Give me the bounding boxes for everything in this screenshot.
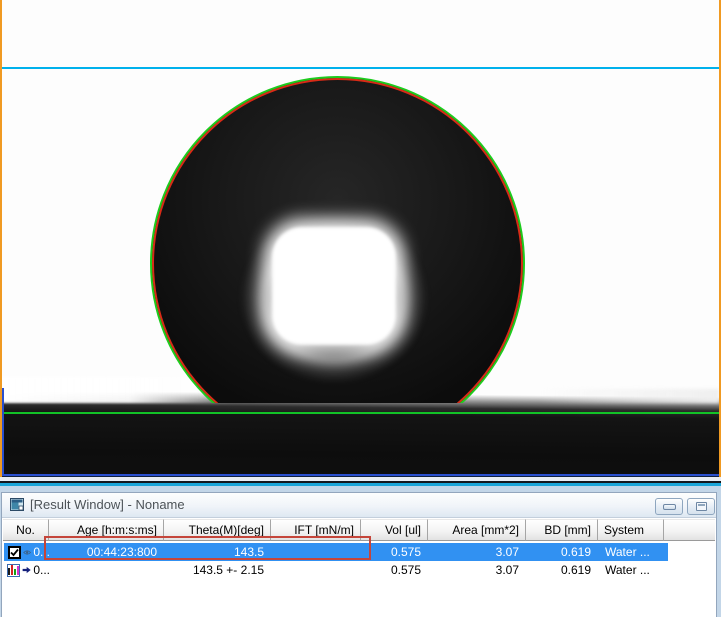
red-highlight-annotation xyxy=(44,536,371,560)
result-table: No. Age [h:m:s:ms] Theta(M)[deg] IFT [mN… xyxy=(3,519,715,617)
eye-icon xyxy=(23,547,31,558)
restore-icon xyxy=(696,502,707,511)
row1-no-cell: 0... xyxy=(4,561,50,579)
bar-chart-icon xyxy=(7,564,20,577)
row1-area: 3.07 xyxy=(429,561,527,579)
row1-ift xyxy=(272,561,362,579)
baseline-line xyxy=(2,412,719,414)
result-window-title: [Result Window] - Noname xyxy=(30,497,185,512)
level-line-cyan xyxy=(2,67,719,69)
row0-bd: 0.619 xyxy=(527,543,599,561)
droplet-light-reflection xyxy=(272,227,396,345)
header-area[interactable]: Area [mm*2] xyxy=(428,519,526,541)
header-no[interactable]: No. xyxy=(3,519,49,541)
droplet-silhouette-with-contour xyxy=(150,76,525,403)
row1-age xyxy=(50,561,165,579)
result-window-icon[interactable] xyxy=(10,498,24,511)
table-row-statistics[interactable]: 0... 143.5 +- 2.15 0.575 3.07 0.619 Wate… xyxy=(4,561,668,579)
drop-image-view xyxy=(0,0,721,477)
frame-line-blue-left xyxy=(2,388,4,475)
row0-area: 3.07 xyxy=(429,543,527,561)
droplet-clip-region xyxy=(0,0,721,403)
row1-bd: 0.619 xyxy=(527,561,599,579)
header-system[interactable]: System xyxy=(598,519,664,541)
row0-checkbox-checked[interactable] xyxy=(8,546,21,559)
app-screen: [Result Window] - Noname No. Age [h:m:s:… xyxy=(0,0,721,617)
result-window-titlebar[interactable]: [Result Window] - Noname xyxy=(2,493,716,518)
check-icon xyxy=(10,548,19,557)
row1-system: Water ... xyxy=(599,561,665,579)
row1-theta: 143.5 +- 2.15 xyxy=(165,561,272,579)
minimize-icon xyxy=(663,504,676,510)
restore-button[interactable] xyxy=(687,498,715,515)
substrate-surface xyxy=(0,390,721,477)
header-bd[interactable]: BD [mm] xyxy=(526,519,598,541)
header-vol[interactable]: Vol [ul] xyxy=(361,519,428,541)
row1-vol: 0.575 xyxy=(362,561,429,579)
row1-no: 0... xyxy=(33,561,50,579)
minimize-button[interactable] xyxy=(655,498,683,515)
row0-vol: 0.575 xyxy=(362,543,429,561)
row0-system: Water ... xyxy=(599,543,665,561)
frame-line-navy-bottom xyxy=(2,476,719,477)
arrow-right-icon xyxy=(22,564,31,576)
header-filler[interactable] xyxy=(664,519,715,541)
